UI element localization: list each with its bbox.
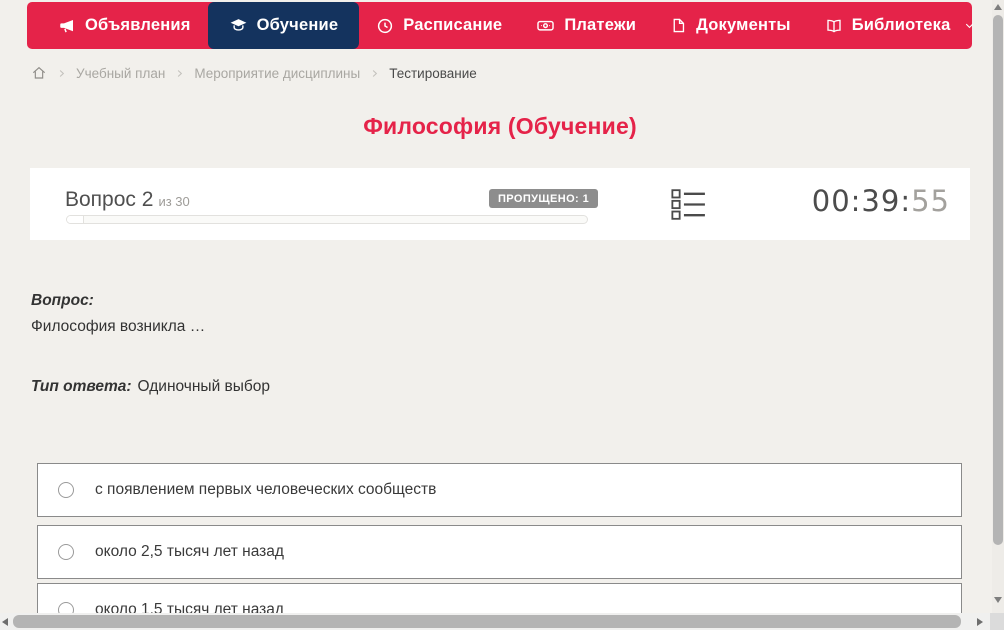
answer-option-2[interactable]: около 2,5 тысяч лет назад <box>37 525 962 579</box>
main-navbar: Объявления Обучение Расписание Платежи Д… <box>27 2 974 49</box>
breadcrumb-item-testing: Тестирование <box>389 65 477 81</box>
scrollbar-corner <box>990 613 1004 630</box>
scroll-down-arrow-icon[interactable] <box>994 597 1002 603</box>
answer-type-label: Тип ответа: <box>31 378 132 395</box>
answer-option-1[interactable]: с появлением первых человеческих сообщес… <box>37 463 962 517</box>
nav-item-payments[interactable]: Платежи <box>519 2 653 49</box>
breadcrumb-item-discipline-event[interactable]: Мероприятие дисциплины <box>194 66 360 81</box>
quiz-progress-fill <box>67 216 84 223</box>
nav-label: Библиотека <box>851 16 951 34</box>
radio-button[interactable] <box>58 482 74 498</box>
nav-item-schedule[interactable]: Расписание <box>359 2 519 49</box>
skipped-badge: ПРОПУЩЕНО: 1 <box>489 189 599 208</box>
nav-item-library[interactable]: Библиотека <box>808 2 994 49</box>
radio-button[interactable] <box>58 544 74 560</box>
question-list-icon[interactable] <box>671 189 706 225</box>
nav-item-training[interactable]: Обучение <box>207 2 360 49</box>
document-icon <box>670 17 687 34</box>
nav-item-announcements[interactable]: Объявления <box>41 2 208 49</box>
app-window: Объявления Обучение Расписание Платежи Д… <box>0 0 1004 630</box>
horizontal-scrollbar[interactable] <box>0 613 990 630</box>
answer-option-label: с появлением первых человеческих сообщес… <box>95 481 437 498</box>
nav-item-documents[interactable]: Документы <box>653 2 808 49</box>
answer-option-label: около 2,5 тысяч лет назад <box>95 543 284 560</box>
answer-type-row: Тип ответа: Одиночный выбор <box>31 378 270 396</box>
nav-label: Платежи <box>564 16 637 34</box>
vertical-scrollbar-thumb[interactable] <box>993 15 1003 545</box>
chevron-right-icon <box>174 68 185 79</box>
clock-icon <box>376 17 394 35</box>
home-icon[interactable] <box>31 65 47 81</box>
question-number: Вопрос 2 <box>65 188 154 211</box>
graduation-cap-icon <box>229 16 248 35</box>
chevron-down-icon <box>963 19 976 32</box>
banknote-icon <box>536 16 555 35</box>
question-text: Философия возникла … <box>31 318 206 335</box>
quiz-header-card: Вопрос 2 из 30 ПРОПУЩЕНО: 1 00:39:55 <box>30 168 970 240</box>
nav-label: Обучение <box>256 16 339 34</box>
answer-type-value: Одиночный выбор <box>137 378 271 395</box>
scroll-right-arrow-icon[interactable] <box>977 618 983 626</box>
nav-label: Документы <box>696 16 791 34</box>
vertical-scrollbar[interactable] <box>992 0 1004 613</box>
question-label: Вопрос: <box>31 292 94 309</box>
quiz-timer: 00:39:55 <box>812 184 950 218</box>
breadcrumb-item-curriculum[interactable]: Учебный план <box>76 66 165 81</box>
nav-label: Объявления <box>85 16 191 34</box>
page-title: Философия (Обучение) <box>363 113 637 139</box>
timer-seconds: 55 <box>911 184 950 218</box>
quiz-progress-bar <box>66 215 588 224</box>
question-counter: Вопрос 2 из 30 <box>65 188 190 212</box>
open-book-icon <box>825 17 843 35</box>
breadcrumb: Учебный план Мероприятие дисциплины Тест… <box>31 61 477 85</box>
question-total: из 30 <box>158 194 190 209</box>
megaphone-icon <box>58 17 76 35</box>
horizontal-scrollbar-thumb[interactable] <box>13 615 961 628</box>
chevron-right-icon <box>56 68 67 79</box>
scroll-up-arrow-icon[interactable] <box>994 4 1002 10</box>
nav-label: Расписание <box>403 16 503 34</box>
scroll-left-arrow-icon[interactable] <box>2 618 8 626</box>
timer-hours-minutes: 00:39: <box>811 184 912 218</box>
chevron-right-icon <box>369 68 380 79</box>
